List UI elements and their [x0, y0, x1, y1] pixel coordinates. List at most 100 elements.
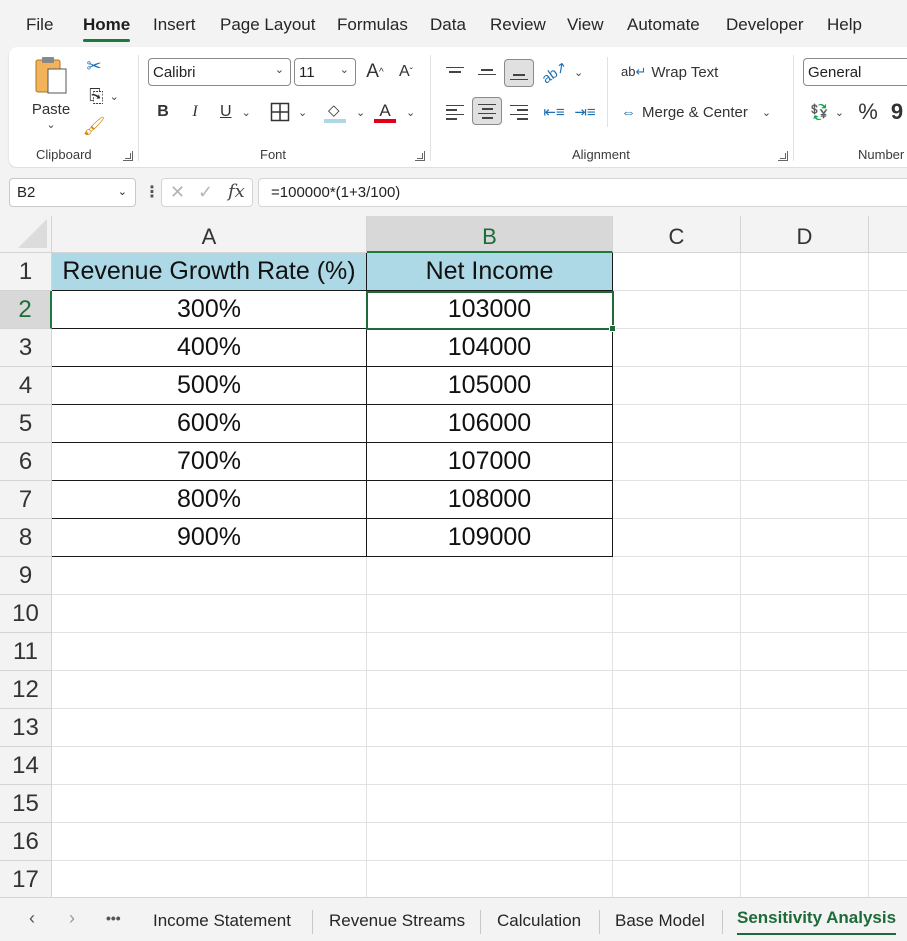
cell[interactable] — [52, 823, 367, 861]
number-format-dropdown[interactable]: General — [803, 58, 907, 86]
cell[interactable] — [52, 671, 367, 709]
row-header[interactable]: 5 — [0, 405, 52, 443]
sheet-tab-sensitivity-analysis[interactable]: Sensitivity Analysis — [737, 908, 897, 935]
cell[interactable] — [613, 633, 741, 671]
cell[interactable] — [613, 253, 741, 291]
cell-net-income[interactable]: 105000 — [367, 367, 613, 405]
cell[interactable] — [52, 861, 367, 897]
cell-growth-rate[interactable]: 900% — [52, 519, 367, 557]
cell[interactable] — [869, 481, 907, 519]
cell[interactable] — [741, 671, 869, 709]
bottom-align-button[interactable] — [504, 59, 534, 87]
tab-automate[interactable]: Automate — [627, 15, 700, 35]
cell[interactable] — [52, 785, 367, 823]
row-header[interactable]: 1 — [0, 253, 52, 291]
header-cell-net-income[interactable]: Net Income — [367, 253, 613, 291]
format-painter-button[interactable]: 🖌 — [81, 113, 107, 139]
enter-check-icon[interactable]: ✓ — [198, 182, 213, 203]
insert-function-icon[interactable]: fx — [228, 181, 245, 202]
comma-style-button[interactable]: 9 — [887, 99, 907, 125]
cell-net-income[interactable]: 108000 — [367, 481, 613, 519]
cell[interactable] — [613, 367, 741, 405]
align-right-button[interactable] — [506, 99, 532, 125]
select-all-button[interactable] — [0, 216, 52, 253]
cell[interactable] — [869, 329, 907, 367]
row-header[interactable]: 13 — [0, 709, 52, 747]
cell[interactable] — [869, 747, 907, 785]
scroll-right-icon[interactable]: › — [69, 908, 75, 929]
cell[interactable] — [52, 595, 367, 633]
percent-style-button[interactable]: % — [855, 99, 881, 125]
align-center-button[interactable] — [472, 97, 502, 125]
cell[interactable] — [52, 557, 367, 595]
cell[interactable] — [367, 823, 613, 861]
more-options-icon[interactable]: ⋮ — [144, 182, 160, 202]
row-header[interactable]: 3 — [0, 329, 52, 367]
row-header[interactable]: 10 — [0, 595, 52, 633]
row-header[interactable]: 11 — [0, 633, 52, 671]
column-header-b[interactable]: B — [367, 216, 613, 253]
dialog-launcher-icon[interactable] — [415, 151, 425, 161]
cell[interactable] — [741, 367, 869, 405]
sheet-tab-calculation[interactable]: Calculation — [497, 911, 581, 931]
row-header[interactable]: 7 — [0, 481, 52, 519]
tab-file[interactable]: File — [26, 15, 53, 35]
cell[interactable] — [869, 367, 907, 405]
align-left-button[interactable] — [442, 99, 468, 125]
row-header[interactable]: 15 — [0, 785, 52, 823]
tab-insert[interactable]: Insert — [153, 15, 196, 35]
cell-net-income[interactable]: 107000 — [367, 443, 613, 481]
dialog-launcher-icon[interactable] — [123, 151, 133, 161]
cell[interactable] — [869, 557, 907, 595]
row-header[interactable]: 12 — [0, 671, 52, 709]
cell[interactable] — [367, 557, 613, 595]
cell[interactable] — [613, 595, 741, 633]
increase-indent-button[interactable]: ⇥≡ — [572, 99, 598, 125]
sheet-tab-base-model[interactable]: Base Model — [615, 911, 705, 931]
column-header-d[interactable]: D — [741, 216, 869, 253]
tab-help[interactable]: Help — [827, 15, 862, 35]
cut-button[interactable]: ✂ — [81, 53, 107, 79]
shrink-font-button[interactable]: Aˇ — [393, 59, 419, 85]
cell[interactable] — [613, 405, 741, 443]
decrease-indent-button[interactable]: ⇤≡ — [541, 99, 567, 125]
cell[interactable] — [52, 633, 367, 671]
dialog-launcher-icon[interactable] — [778, 151, 788, 161]
row-header[interactable]: 6 — [0, 443, 52, 481]
cell[interactable] — [741, 519, 869, 557]
cell[interactable] — [869, 443, 907, 481]
cell[interactable] — [741, 253, 869, 291]
cell[interactable] — [741, 785, 869, 823]
fill-color-button[interactable]: ◇ ⌄ — [322, 99, 368, 125]
cell-growth-rate[interactable]: 300% — [52, 291, 367, 329]
column-header-c[interactable]: C — [613, 216, 741, 253]
cell[interactable] — [367, 671, 613, 709]
cancel-icon[interactable]: ✕ — [170, 182, 185, 203]
cell[interactable] — [613, 481, 741, 519]
cell[interactable] — [613, 747, 741, 785]
cell[interactable] — [367, 709, 613, 747]
cell[interactable] — [741, 329, 869, 367]
cell[interactable] — [869, 405, 907, 443]
cell[interactable] — [613, 557, 741, 595]
copy-button[interactable]: ⎘ ⌄ — [81, 83, 127, 109]
fill-handle[interactable] — [609, 325, 616, 332]
paste-button[interactable]: Paste ⌄ — [30, 55, 72, 135]
cell[interactable] — [741, 747, 869, 785]
cell-net-income[interactable]: 104000 — [367, 329, 613, 367]
cell-growth-rate[interactable]: 400% — [52, 329, 367, 367]
merge-center-button[interactable]: ⇔ Merge & Center ⌄ — [621, 99, 781, 125]
scroll-left-icon[interactable]: ‹ — [29, 908, 35, 929]
cell[interactable] — [52, 709, 367, 747]
cell[interactable] — [741, 823, 869, 861]
cell-net-income[interactable]: 106000 — [367, 405, 613, 443]
borders-button[interactable]: ⌄ — [268, 99, 314, 125]
row-header[interactable]: 14 — [0, 747, 52, 785]
cell[interactable] — [869, 709, 907, 747]
row-header[interactable]: 17 — [0, 861, 52, 897]
tab-developer[interactable]: Developer — [726, 15, 804, 35]
cell[interactable] — [741, 443, 869, 481]
tab-formulas[interactable]: Formulas — [337, 15, 408, 35]
orientation-button[interactable]: ab↗ ⌄ — [538, 57, 583, 86]
cell[interactable] — [613, 709, 741, 747]
